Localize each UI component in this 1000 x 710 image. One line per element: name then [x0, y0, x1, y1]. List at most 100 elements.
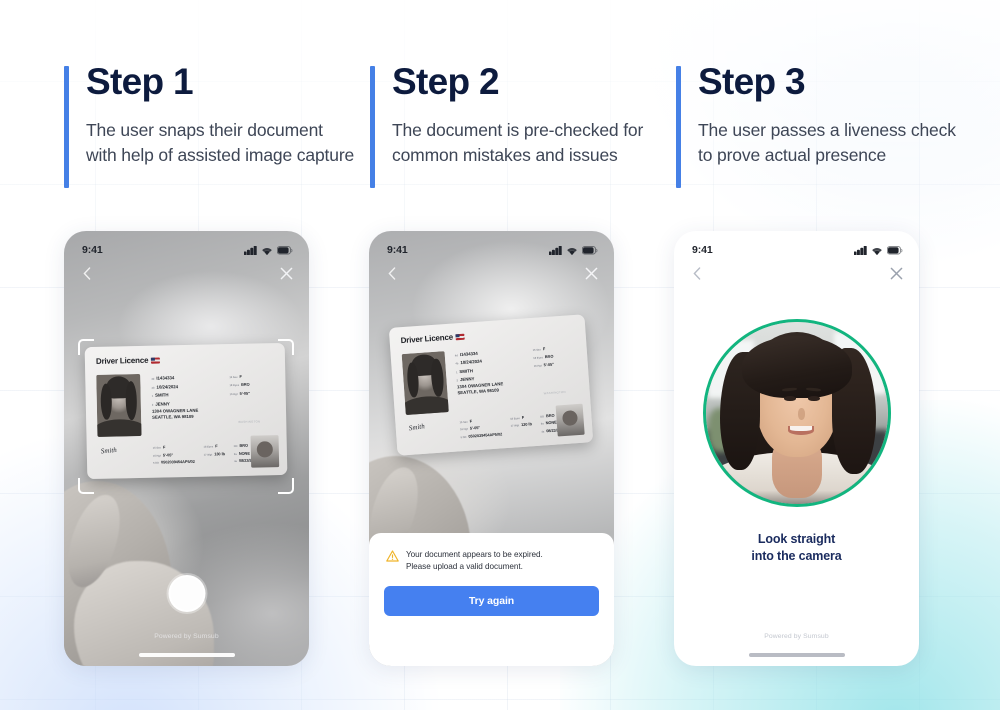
- field-value: F: [469, 418, 473, 424]
- phone-mockup-liveness: 9:41 Look straight into the camera Power…: [674, 231, 919, 666]
- field-value: JENNY: [459, 376, 475, 383]
- field-value: F: [542, 346, 546, 352]
- frame-corner-bottom-left: [78, 478, 94, 494]
- status-bar-time: 9:41: [692, 244, 713, 256]
- field-label: 4a: [541, 430, 545, 434]
- status-bar-icons: [854, 245, 903, 255]
- step-1: Step 1 The user snaps their document wit…: [64, 61, 370, 188]
- document-field: 18 Eyes BRO: [533, 354, 554, 360]
- step-2: Step 2 The document is pre-checked for c…: [370, 61, 676, 188]
- chevron-left-icon: [693, 266, 701, 280]
- phone-mockups-row: 9:41 Driver Licence 4d I1434334 4b 10/24…: [0, 231, 1000, 666]
- frame-corner-bottom-right: [278, 478, 294, 494]
- document-field: 2 JENNY: [456, 376, 483, 383]
- selfie-preview: [705, 322, 888, 504]
- document-field: 4b 10/24/2024: [455, 359, 482, 366]
- frame-corner-top-right: [278, 339, 294, 355]
- close-icon: [890, 267, 902, 279]
- status-bar: 9:41: [674, 231, 919, 261]
- document-field: 17 Wgt 130 lb: [510, 422, 532, 428]
- alert-text-block: Your document appears to be expired. Ple…: [406, 549, 543, 573]
- document-field: 1 SMITH: [456, 367, 483, 374]
- field-label: 9a: [540, 422, 544, 427]
- instruction-line-2: into the camera: [751, 548, 842, 563]
- nav-row: [674, 261, 919, 285]
- field-value: BRO: [544, 353, 554, 360]
- field-value: 10/24/2024: [460, 358, 483, 366]
- phone-mockup-capture: 9:41 Driver Licence 4d I1434334 4b 10/24…: [64, 231, 309, 666]
- step-title: Step 3: [698, 61, 806, 102]
- field-label: 2: [456, 379, 459, 383]
- capture-button[interactable]: [168, 575, 205, 612]
- step-accent-bar: [64, 66, 69, 188]
- mouth: [787, 426, 814, 435]
- field-label: 4b: [455, 362, 459, 366]
- close-button[interactable]: [582, 264, 600, 282]
- document-card: Driver Licence 4d I1434334 4b 10/24/2024: [388, 314, 594, 456]
- status-bar: 9:41: [64, 231, 309, 261]
- field-label: 16 Hgt: [533, 364, 542, 369]
- back-button[interactable]: [688, 264, 706, 282]
- document-fields-bottom: 15 Sex F 16 Hgt 5'-05" 5 DD 0502039454AP…: [459, 412, 565, 439]
- warning-triangle-icon: [386, 550, 399, 562]
- field-label: 4d: [454, 354, 459, 358]
- field-value: 5'-05": [469, 425, 481, 431]
- field-value: BRO: [545, 412, 555, 419]
- document-field: 18 Eyes F: [510, 414, 532, 421]
- status-bar-time: 9:41: [387, 244, 408, 256]
- chevron-left-icon: [83, 266, 91, 280]
- nav-row: [64, 261, 309, 285]
- field-value: 0502039454AP5/02: [468, 431, 503, 439]
- steps-row: Step 1 The user snaps their document wit…: [0, 0, 1000, 188]
- try-again-button[interactable]: Try again: [384, 586, 599, 617]
- field-label: 5 DD: [460, 435, 467, 440]
- signal-icon: [854, 245, 867, 255]
- step-title: Step 1: [86, 61, 194, 102]
- signal-icon: [244, 245, 257, 255]
- step-title: Step 2: [392, 61, 500, 102]
- field-label: 15 Sex: [532, 348, 542, 353]
- wifi-icon: [567, 247, 577, 255]
- alert-line-2: Please upload a valid document.: [406, 562, 523, 572]
- battery-icon: [887, 245, 903, 254]
- document-field: 16 Hgt 5'-05": [533, 361, 555, 369]
- field-label: 16 Hgt: [459, 428, 469, 432]
- document-field: 15 Sex F: [532, 346, 553, 352]
- document-fields-main: 4d I1434334 4b 10/24/2024 1 SMITH 2 JENN…: [455, 351, 484, 383]
- home-indicator: [748, 653, 845, 657]
- document-field: 4d I1434334: [455, 351, 482, 358]
- portrait-hair-right: [430, 358, 445, 398]
- portrait-body: [401, 394, 449, 416]
- document-signature: Smith: [408, 422, 426, 433]
- document-fields-right: 15 Sex F 18 Eyes BRO 16 Hgt 5'-05": [532, 346, 555, 369]
- alert-message: Your document appears to be expired. Ple…: [384, 549, 599, 573]
- battery-icon: [582, 245, 598, 254]
- field-value: SMITH: [459, 368, 473, 374]
- nav-row: [369, 261, 614, 285]
- result-sheet: Your document appears to be expired. Ple…: [369, 533, 614, 666]
- document-title-text: Driver Licence: [400, 332, 454, 346]
- close-button[interactable]: [277, 264, 295, 282]
- status-bar-time: 9:41: [82, 244, 103, 256]
- document-portrait-photo: [401, 351, 449, 416]
- field-label: 1: [455, 371, 458, 375]
- step-accent-bar: [370, 66, 375, 188]
- back-button[interactable]: [383, 264, 401, 282]
- field-label: 18 Eyes: [510, 417, 520, 421]
- field-value: F: [521, 414, 525, 420]
- eye-right: [807, 396, 820, 401]
- back-button[interactable]: [78, 264, 96, 282]
- close-button[interactable]: [887, 264, 905, 282]
- status-bar-icons: [244, 245, 293, 255]
- chevron-left-icon: [388, 266, 396, 280]
- field-value: 5'-05": [543, 361, 555, 368]
- battery-icon: [277, 245, 293, 254]
- step-description: The user snaps their document with help …: [86, 119, 355, 165]
- field-label: 18 Eyes: [533, 356, 544, 361]
- signal-icon: [549, 245, 562, 255]
- status-bar: 9:41: [369, 231, 614, 261]
- status-bar-icons: [549, 245, 598, 255]
- document-address: 1304 OWAGNER LANE SEATTLE, WA 98109: [457, 381, 504, 397]
- frame-corner-top-left: [78, 339, 94, 355]
- close-icon: [280, 267, 292, 279]
